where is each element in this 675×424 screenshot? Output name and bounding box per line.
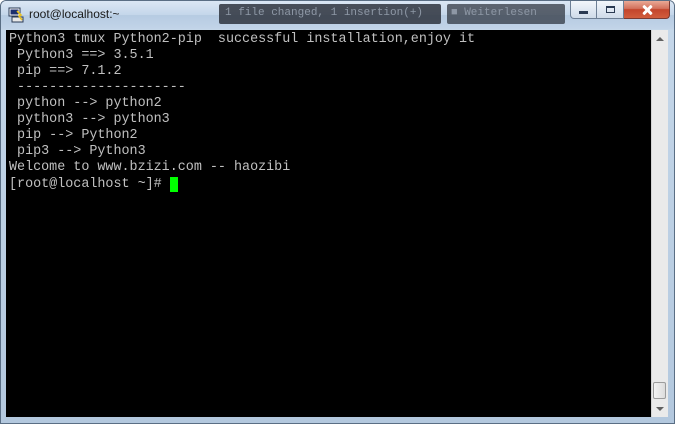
putty-icon[interactable] xyxy=(8,7,24,23)
terminal-line: Python3 ==> 3.5.1 xyxy=(9,48,154,63)
scroll-up-arrow-icon[interactable] xyxy=(652,30,668,47)
background-window-title: 1 file changed, 1 insertion(+) xyxy=(219,4,441,24)
text-cursor xyxy=(169,177,178,192)
title-bar[interactable]: root@localhost:~ 1 file changed, 1 inser… xyxy=(1,1,674,29)
terminal-line: python --> python2 xyxy=(9,96,162,111)
minimize-button[interactable] xyxy=(570,1,597,19)
terminal-line: Python3 tmux Python2-pip successful inst… xyxy=(9,32,476,47)
scroll-down-arrow-icon[interactable] xyxy=(652,400,668,417)
background-window-title-text: 1 file changed, 1 insertion(+) xyxy=(225,7,424,19)
vertical-scrollbar[interactable] xyxy=(651,30,668,417)
prompt-line[interactable]: [root@localhost ~]# xyxy=(9,177,178,193)
terminal-line: pip ==> 7.1.2 xyxy=(9,64,122,79)
close-icon xyxy=(641,4,653,16)
terminal-line: pip --> Python2 xyxy=(9,128,138,143)
background-window-title-2: ■ Weiterlesen xyxy=(447,4,565,24)
window-title: root@localhost:~ xyxy=(29,7,120,21)
background-window-title-text-2: ■ Weiterlesen xyxy=(451,7,537,19)
terminal-line: python3 --> python3 xyxy=(9,112,170,127)
maximize-icon xyxy=(605,6,615,13)
terminal-line: Welcome to www.bzizi.com -- haozibi xyxy=(9,160,291,175)
shell-prompt: [root@localhost ~]# xyxy=(9,177,170,192)
terminal-line: pip3 --> Python3 xyxy=(9,144,146,159)
caption-buttons xyxy=(570,1,670,20)
minimize-icon xyxy=(579,11,588,14)
scrollbar-thumb[interactable] xyxy=(653,382,666,399)
terminal-screen[interactable]: Python3 tmux Python2-pip successful inst… xyxy=(6,30,651,417)
terminal-line: --------------------- xyxy=(9,80,186,95)
close-button[interactable] xyxy=(624,1,670,19)
terminal-window: root@localhost:~ 1 file changed, 1 inser… xyxy=(0,0,675,424)
maximize-button[interactable] xyxy=(597,1,624,19)
